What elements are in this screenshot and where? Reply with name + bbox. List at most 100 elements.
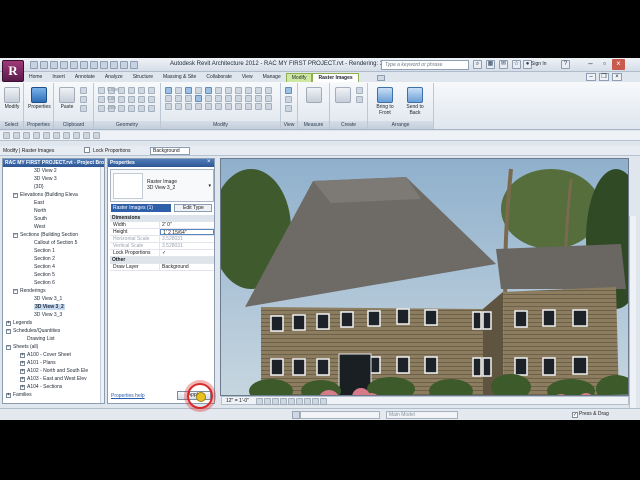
doc-minimize-button[interactable]: – — [586, 73, 596, 81]
shadows-icon[interactable] — [280, 398, 287, 405]
tab-modify[interactable]: Modify — [285, 73, 313, 82]
tool-icon[interactable] — [13, 132, 20, 139]
browser-tree-item[interactable]: − Elevations (Building Eleva — [3, 191, 104, 199]
browser-tree-item[interactable]: + A103 - East and West Elev — [3, 375, 104, 383]
qat-dropdown-icon[interactable] — [130, 61, 138, 69]
application-menu-button[interactable]: R — [2, 60, 24, 82]
browser-tree-item[interactable]: Section 2 — [3, 255, 104, 263]
tab-insert[interactable]: Insert — [47, 73, 70, 82]
edit-type-button[interactable]: Edit Type — [174, 204, 212, 212]
collapse-icon[interactable]: − — [6, 329, 11, 334]
browser-tree-item[interactable]: Callout of Section 5 — [3, 239, 104, 247]
browser-tree-item[interactable]: 3D View 3_3 — [3, 311, 104, 319]
browser-tree-item[interactable]: + A100 - Cover Sheet — [3, 351, 104, 359]
parameter-value[interactable]: 2' 0" — [160, 222, 214, 228]
browser-tree-item[interactable]: 3D View 3_2 — [3, 303, 104, 311]
paste-button[interactable]: Paste — [56, 87, 78, 111]
tool-icon[interactable] — [33, 132, 40, 139]
move-icon[interactable] — [195, 87, 202, 94]
tool-icon[interactable] — [53, 132, 60, 139]
cut-geometry-icon[interactable] — [118, 87, 125, 94]
array-icon[interactable] — [245, 87, 252, 94]
linework-icon[interactable] — [285, 105, 292, 112]
copy-element-icon[interactable] — [205, 87, 212, 94]
copy-icon[interactable] — [80, 96, 87, 103]
pin-icon[interactable] — [265, 87, 272, 94]
measure-icon[interactable] — [70, 61, 78, 69]
tool-icon[interactable] — [93, 132, 100, 139]
split-icon[interactable] — [235, 87, 242, 94]
browser-tree-item[interactable]: + A101 - Plans — [3, 359, 104, 367]
modify-button[interactable]: Modify — [1, 87, 23, 111]
draw-layer-select[interactable]: Background — [150, 147, 190, 155]
sign-in-link[interactable]: Sign In — [531, 61, 547, 67]
detail-level-icon[interactable] — [256, 398, 263, 405]
browser-tree-item[interactable]: + A104 - Sections — [3, 383, 104, 391]
browser-tree-item[interactable]: 3D View 3_1 — [3, 295, 104, 303]
browser-tree-item[interactable]: 3D View 3 — [3, 175, 104, 183]
create-similar-button[interactable] — [332, 87, 354, 105]
tool-icon[interactable] — [73, 132, 80, 139]
expand-icon[interactable]: + — [20, 369, 25, 374]
collapse-icon[interactable]: − — [13, 193, 18, 198]
expand-icon[interactable]: + — [20, 385, 25, 390]
tab-structure[interactable]: Structure — [128, 73, 158, 82]
close-icon[interactable]: × — [207, 159, 212, 165]
measure-button[interactable] — [303, 87, 325, 105]
browser-tree-item[interactable]: − Sections (Building Section — [3, 231, 104, 239]
rendering-view[interactable] — [220, 158, 629, 396]
visual-style-icon[interactable] — [264, 398, 271, 405]
browser-tree-item[interactable]: Section 6 — [3, 279, 104, 287]
type-selector[interactable]: Raster Image 3D View 3_2 ▾ — [110, 169, 214, 202]
collapse-icon[interactable]: − — [13, 289, 18, 294]
favorites-icon[interactable]: ☆ — [512, 60, 521, 69]
bring-to-front-button[interactable]: Bring to Front — [374, 87, 396, 116]
tab-massing-site[interactable]: Massing & Site — [158, 73, 201, 82]
parameter-group-header[interactable]: Dimensions — [110, 215, 214, 222]
help-search-input[interactable]: Type a keyword or phrase — [381, 60, 469, 70]
browser-tree-item[interactable]: Section 5 — [3, 271, 104, 279]
close-hidden-icon[interactable] — [120, 61, 128, 69]
properties-button[interactable]: Properties — [28, 87, 51, 111]
design-option-select[interactable]: Main Model — [386, 411, 458, 419]
browser-tree-item[interactable]: − Sheets (all) — [3, 343, 104, 351]
send-to-back-button[interactable]: Send to Back — [404, 87, 426, 116]
instance-filter-select[interactable]: Raster Images (1) — [111, 204, 171, 212]
browser-tree-item[interactable]: + Legends — [3, 319, 104, 327]
collapse-icon[interactable]: − — [13, 233, 18, 238]
save-icon[interactable] — [40, 61, 48, 69]
expand-icon[interactable]: + — [6, 393, 11, 398]
create-parts-icon[interactable] — [356, 96, 363, 103]
minimize-button[interactable]: – — [584, 59, 597, 70]
3d-view-icon[interactable] — [90, 61, 98, 69]
tab-raster-images[interactable]: Raster Images — [312, 73, 359, 82]
worksets-icon[interactable] — [292, 411, 300, 419]
offset-icon[interactable] — [175, 87, 182, 94]
expand-icon[interactable]: + — [20, 377, 25, 382]
doc-close-button[interactable]: × — [612, 73, 622, 81]
rotate-icon[interactable] — [215, 87, 222, 94]
tab-collaborate[interactable]: Collaborate — [201, 73, 237, 82]
browser-tree-item[interactable]: − Schedules/Quantities — [3, 327, 104, 335]
tool-icon[interactable] — [83, 132, 90, 139]
tool-icon[interactable] — [63, 132, 70, 139]
hide-in-view-icon[interactable] — [285, 87, 292, 94]
view-vertical-scrollbar[interactable] — [629, 216, 636, 420]
scale-icon[interactable] — [255, 87, 262, 94]
temp-hide-icon[interactable] — [320, 398, 327, 405]
parameter-value[interactable]: 1' 2 15/64" — [160, 229, 214, 236]
delete-icon[interactable] — [225, 103, 232, 110]
press-drag-checkbox[interactable]: ✓ — [572, 412, 578, 418]
expand-icon[interactable]: + — [6, 321, 11, 326]
parameter-value[interactable]: Background — [160, 264, 214, 270]
browser-tree-item[interactable]: Drawing List — [3, 335, 104, 343]
parameter-value[interactable]: ✓ — [160, 250, 214, 256]
align-icon[interactable] — [165, 87, 172, 94]
browser-tree-item[interactable]: Section 4 — [3, 263, 104, 271]
show-crop-icon[interactable] — [304, 398, 311, 405]
browser-tree-item[interactable]: West — [3, 223, 104, 231]
tool-icon[interactable] — [43, 132, 50, 139]
browser-tree-item[interactable]: + Families — [3, 391, 104, 399]
rendering-icon[interactable] — [288, 398, 295, 405]
expand-icon[interactable]: + — [20, 361, 25, 366]
